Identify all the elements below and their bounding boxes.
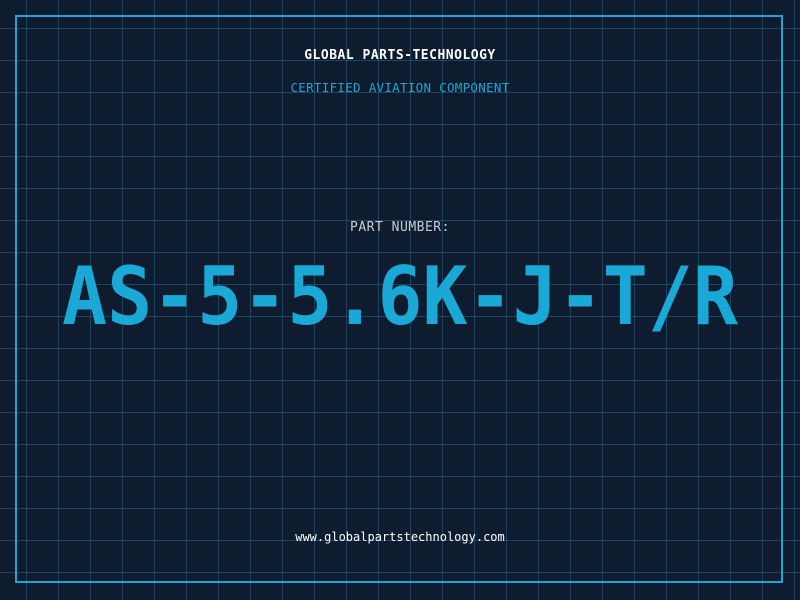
certification-subtitle: CERTIFIED AVIATION COMPONENT (290, 80, 510, 95)
part-number-label: PART NUMBER: (350, 220, 450, 235)
part-number-display: AS-5-5.6K-J-T/R (0, 250, 800, 343)
website-url: www.globalpartstechnology.com (295, 530, 505, 544)
company-name: GLOBAL PARTS-TECHNOLOGY (304, 48, 496, 63)
part-number-value: AS-5-5.6K-J-T/R (62, 256, 739, 342)
